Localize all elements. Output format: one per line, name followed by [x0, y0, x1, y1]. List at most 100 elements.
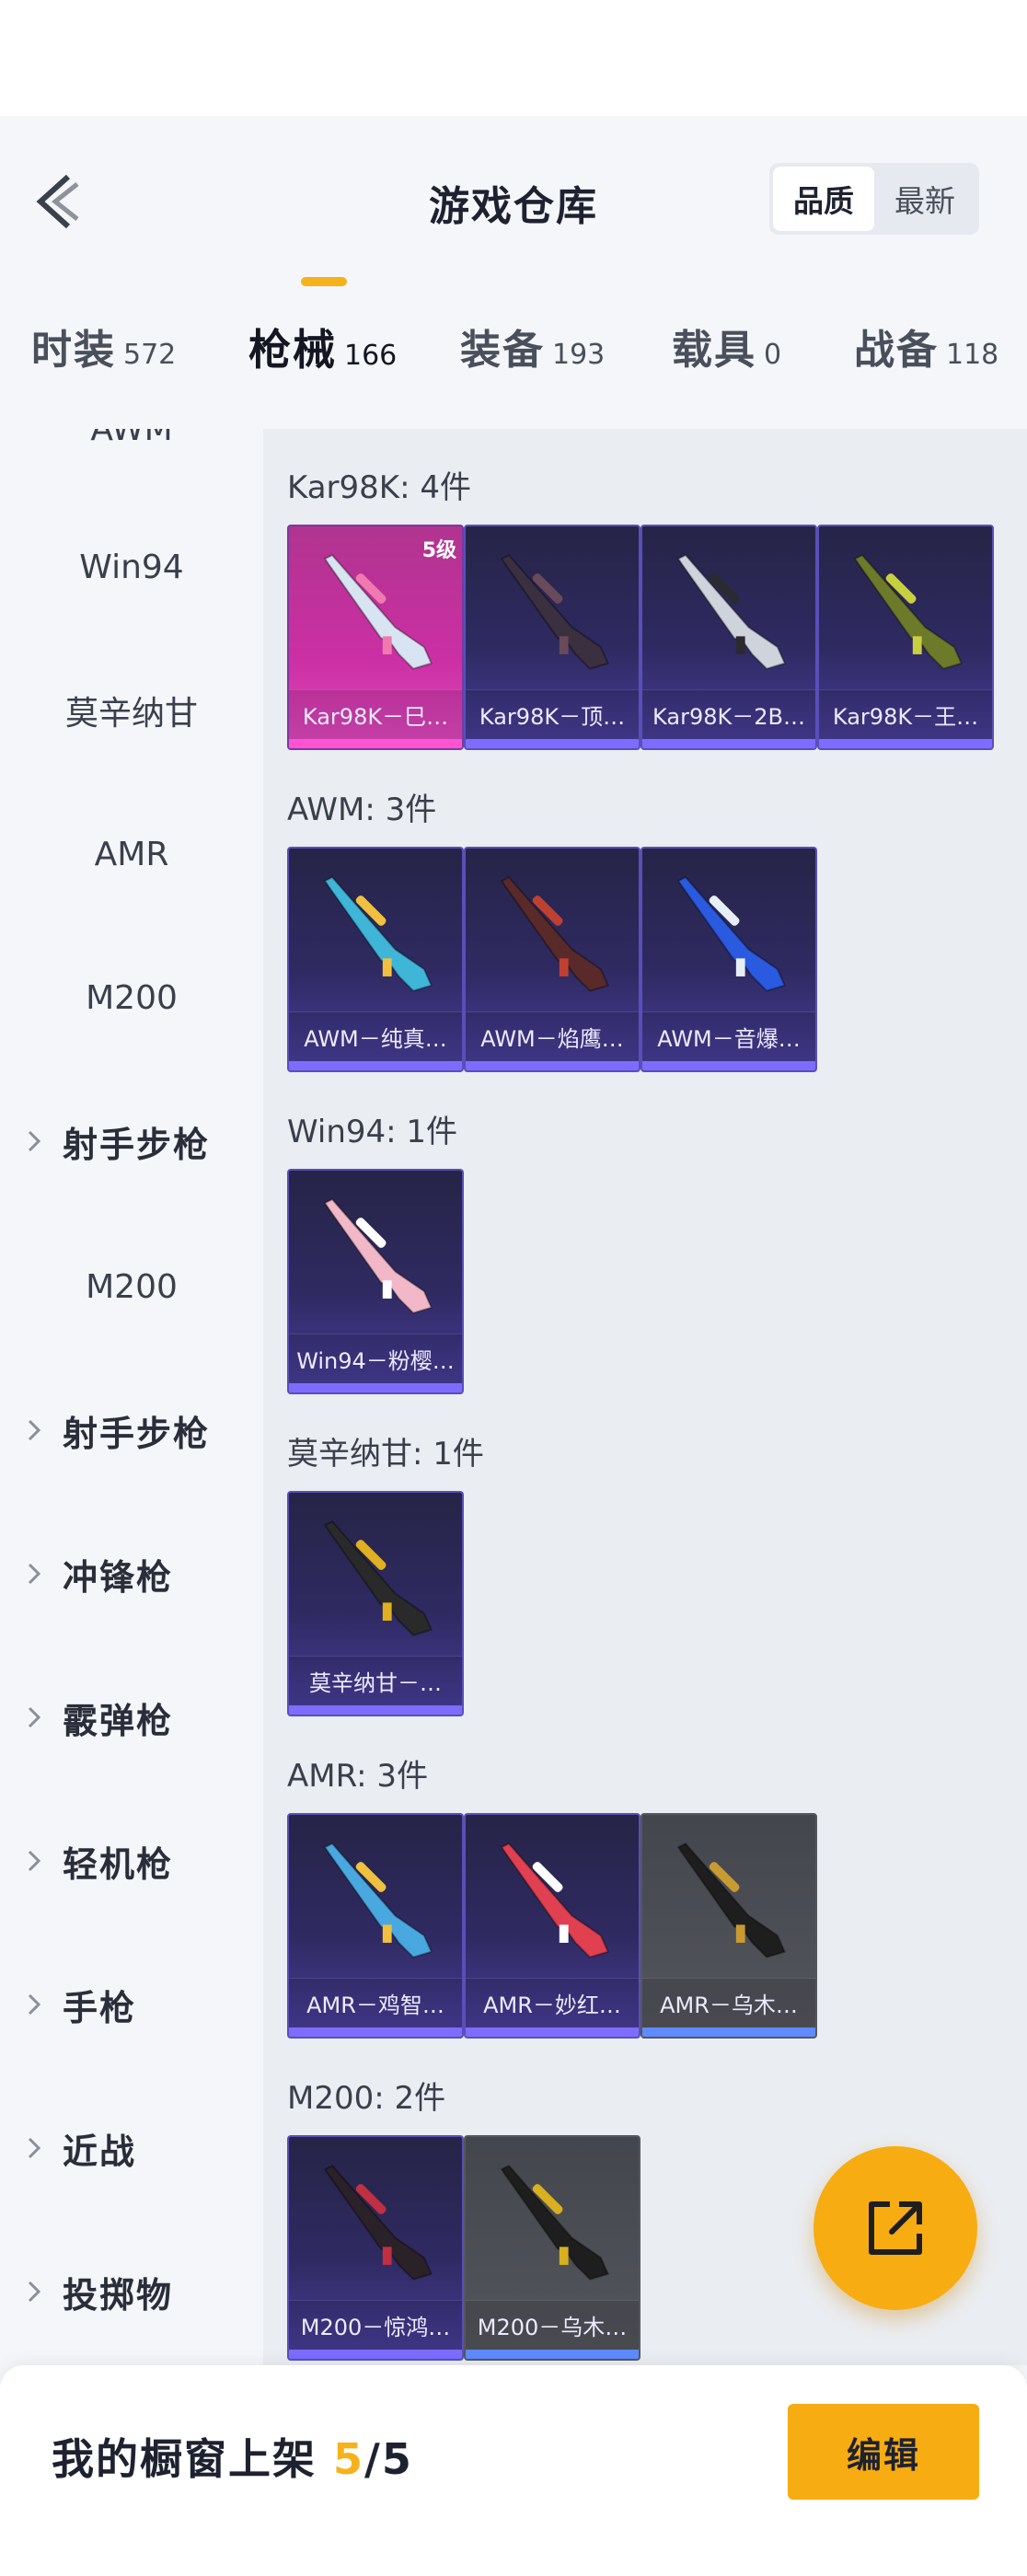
tab-label: 战备 [854, 327, 939, 374]
sort-toggle: 品质 最新 [769, 163, 979, 235]
sidebar-item-label: M200 [86, 1267, 178, 1306]
weapon-skin-card[interactable]: AWM－音爆… [640, 847, 817, 1072]
weapon-skin-name: M200－乌木… [466, 2300, 639, 2350]
weapon-skin-card[interactable]: M200－乌木… [464, 2135, 640, 2361]
quality-bar [466, 1061, 639, 1070]
rifle-icon [676, 1842, 787, 1958]
app-root: 游戏仓库 品质 最新 时装 572 枪械 166 装备 193 载具 0 战备 … [0, 0, 1027, 2576]
showcase-status: 我的橱窗上架 5/5 [52, 2426, 413, 2487]
sidebar-category[interactable]: 投掷物 [0, 2255, 263, 2328]
weapon-skin-card[interactable]: AMR－鸡智… [287, 1813, 464, 2039]
chevron-right-icon [28, 1706, 41, 1728]
sidebar-item-label: 射手步枪 [63, 1124, 211, 1165]
level-badge: 5级 [421, 539, 456, 562]
status-area [0, 0, 1027, 116]
sidebar-subitem[interactable]: AMR [0, 817, 263, 891]
sidebar-subitem[interactable]: M200 [0, 1250, 263, 1323]
share-button[interactable] [814, 2146, 977, 2310]
weapon-list: Kar98K: 4件 5级 Kar98K－巳… Kar98K－顶… Kar98K－2B…… [263, 429, 1027, 2365]
sidebar-item-label: Win94 [79, 548, 184, 586]
tab-count: 118 [946, 339, 999, 371]
weapon-skin-card[interactable]: Kar98K－王… [817, 525, 994, 750]
tab-firearms[interactable]: 枪械 166 [248, 317, 397, 377]
weapon-skin-name: AWM－焰鹰… [466, 1011, 639, 1061]
tab-costume[interactable]: 时装 572 [31, 317, 176, 375]
sort-option-newest[interactable]: 最新 [874, 167, 975, 231]
sidebar-category[interactable]: 近战 [0, 2111, 263, 2185]
sidebar-category[interactable]: 射手步枪 [0, 1104, 263, 1178]
sidebar-category[interactable]: 射手步枪 [0, 1393, 263, 1467]
chevron-right-icon [28, 1563, 41, 1585]
weapon-skin-card[interactable]: M200－惊鸿… [287, 2135, 464, 2361]
weapon-skin-card[interactable]: 5级 Kar98K－巳… [287, 525, 464, 750]
sidebar-category[interactable]: 霰弹枪 [0, 1681, 263, 1754]
chevron-right-icon [28, 1850, 41, 1872]
weapon-skin-name: Kar98K－顶… [466, 689, 639, 739]
weapon-skin-name: AWM－纯真… [289, 1011, 462, 1061]
group-title: Win94: 1件 [287, 1114, 458, 1150]
rifle-icon [323, 876, 433, 992]
rifle-icon [323, 1198, 433, 1314]
weapon-skin-card[interactable]: AMR－妙红… [464, 1813, 640, 2039]
tab-count: 166 [344, 340, 398, 372]
quality-bar [289, 2027, 462, 2037]
quality-bar [466, 739, 639, 748]
group-title: 莫辛纳甘: 1件 [287, 1436, 484, 1473]
weapon-skin-name: Kar98K－2B… [642, 689, 815, 739]
weapon-skin-card[interactable]: Kar98K－顶… [464, 525, 640, 750]
weapon-skin-card[interactable]: AMR－乌木… [640, 1813, 817, 2039]
rifle-icon [323, 2165, 433, 2281]
weapon-skin-card[interactable]: AWM－焰鹰… [464, 847, 640, 1072]
quality-bar [289, 1383, 462, 1392]
weapon-skin-card[interactable]: Kar98K－2B… [640, 525, 817, 750]
bottom-bar: 我的橱窗上架 5/5 编辑 [0, 2365, 1027, 2576]
showcase-label: 我的橱窗上架 [52, 2434, 317, 2484]
share-external-icon [869, 2201, 922, 2255]
tab-supplies[interactable]: 战备 118 [854, 317, 998, 375]
sidebar-subitem[interactable]: 莫辛纳甘 [0, 674, 263, 747]
sidebar-subitem[interactable]: M200 [0, 961, 263, 1034]
sort-option-quality[interactable]: 品质 [773, 167, 874, 231]
quality-bar [466, 2027, 639, 2037]
sidebar-item-label: M200 [86, 978, 178, 1017]
weapon-skin-name: AMR－妙红… [466, 1978, 639, 2027]
tab-equipment[interactable]: 装备 193 [460, 317, 605, 375]
tab-vehicles[interactable]: 载具 0 [672, 317, 781, 375]
weapon-type-sidebar: AWM Win94 莫辛纳甘 AMR M200 射手步枪 M200 射手步枪冲锋枪霰弹枪轻机枪… [0, 429, 263, 2365]
weapon-skin-name: Win94－粉樱… [289, 1334, 462, 1383]
quality-bar [289, 2350, 462, 2359]
chevron-right-icon [28, 1130, 41, 1152]
rifle-icon [500, 1842, 610, 1958]
sidebar-subitem[interactable]: AWM [0, 429, 263, 466]
quality-bar [642, 739, 815, 748]
quality-bar [819, 739, 992, 748]
sidebar-item-label: 投掷物 [63, 2274, 174, 2316]
sidebar-category[interactable]: 手枪 [0, 1968, 263, 2041]
chevron-right-icon [28, 1993, 41, 2016]
group-title: Kar98K: 4件 [287, 469, 471, 506]
quality-bar [289, 739, 462, 748]
sidebar-item-label: 轻机枪 [63, 1843, 174, 1885]
weapon-skin-name: AMR－鸡智… [289, 1978, 462, 2027]
weapon-skin-name: 莫辛纳甘－… [289, 1656, 462, 1705]
weapon-skin-card[interactable]: AWM－纯真… [287, 847, 464, 1072]
weapon-skin-name: AMR－乌木… [642, 1978, 815, 2027]
chevron-right-icon [28, 1419, 41, 1441]
weapon-skin-name: M200－惊鸿… [289, 2300, 462, 2350]
rifle-icon [500, 876, 610, 992]
weapon-skin-card[interactable]: Win94－粉樱… [287, 1169, 464, 1394]
sidebar-item-label: 冲锋枪 [63, 1556, 174, 1598]
tab-count: 193 [552, 339, 606, 371]
sidebar-item-label: 莫辛纳甘 [64, 695, 198, 733]
rifle-icon [853, 554, 964, 670]
weapon-skin-card[interactable]: 莫辛纳甘－… [287, 1491, 464, 1716]
sidebar-category[interactable]: 冲锋枪 [0, 1537, 263, 1611]
showcase-current-count: 5 [333, 2434, 365, 2484]
group-title: M200: 2件 [287, 2080, 446, 2117]
quality-bar [289, 1705, 462, 1715]
sidebar-subitem[interactable]: Win94 [0, 530, 263, 604]
weapon-skin-name: Kar98K－巳… [289, 689, 462, 739]
tab-label: 装备 [460, 327, 545, 374]
edit-button[interactable]: 编辑 [788, 2404, 979, 2500]
sidebar-category[interactable]: 轻机枪 [0, 1824, 263, 1898]
